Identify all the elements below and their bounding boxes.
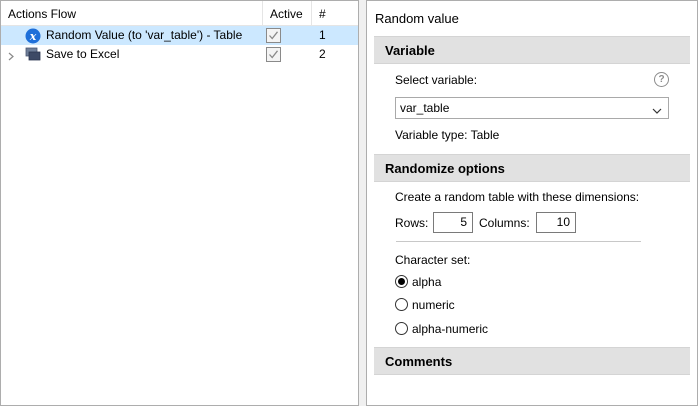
rows-label: Rows:	[395, 216, 429, 230]
flow-column-header: Actions Flow Active #	[1, 1, 358, 26]
radio-numeric-label: numeric	[412, 298, 455, 312]
section-header-variable[interactable]: Variable	[374, 36, 690, 64]
random-value-x-icon: x	[25, 28, 41, 44]
properties-panel: Random value Variable Select variable: ?…	[366, 0, 698, 406]
active-checkbox[interactable]	[266, 47, 281, 62]
flow-row-label: Save to Excel	[46, 47, 120, 61]
radio-alpha-label: alpha	[412, 275, 442, 289]
help-question-icon[interactable]: ?	[654, 72, 669, 87]
column-header-active[interactable]: Active	[263, 1, 312, 25]
variable-type-text: Variable type: Table	[395, 128, 500, 142]
column-header-title[interactable]: Actions Flow	[1, 1, 263, 25]
radio-alpha-numeric-label: alpha-numeric	[412, 322, 489, 336]
columns-label: Columns:	[479, 216, 530, 230]
save-excel-icon	[25, 47, 41, 62]
section-header-randomize-options[interactable]: Randomize options	[374, 154, 690, 182]
flow-row-label: Random Value (to 'var_table') - Table	[46, 28, 243, 42]
variable-select-value: var_table	[400, 101, 450, 115]
radio-numeric[interactable]	[395, 298, 408, 311]
flow-row-number: 1	[319, 28, 326, 42]
flow-row-save-to-excel[interactable]: Save to Excel 2	[1, 45, 358, 64]
flow-row-random-value[interactable]: x Random Value (to 'var_table') - Table …	[1, 26, 358, 45]
character-set-label: Character set:	[395, 253, 471, 267]
select-variable-label: Select variable:	[395, 73, 478, 87]
radio-alpha-numeric[interactable]	[395, 322, 408, 335]
svg-text:x: x	[29, 30, 37, 43]
panel-title: Random value	[375, 11, 459, 26]
divider	[396, 241, 641, 242]
flow-row-number: 2	[319, 47, 326, 61]
radio-alpha[interactable]	[395, 275, 408, 288]
rows-input[interactable]: 5	[433, 212, 473, 233]
column-header-number[interactable]: #	[312, 1, 358, 25]
active-checkbox[interactable]	[266, 28, 281, 43]
dimensions-description: Create a random table with these dimensi…	[395, 190, 640, 204]
chevron-right-icon[interactable]	[7, 50, 15, 61]
chevron-down-icon[interactable]	[652, 104, 662, 114]
actions-flow-panel: Actions Flow Active # x Random Value (to…	[0, 0, 359, 406]
columns-input[interactable]: 10	[536, 212, 576, 233]
section-header-comments[interactable]: Comments	[374, 347, 690, 375]
variable-select[interactable]: var_table	[395, 97, 669, 119]
